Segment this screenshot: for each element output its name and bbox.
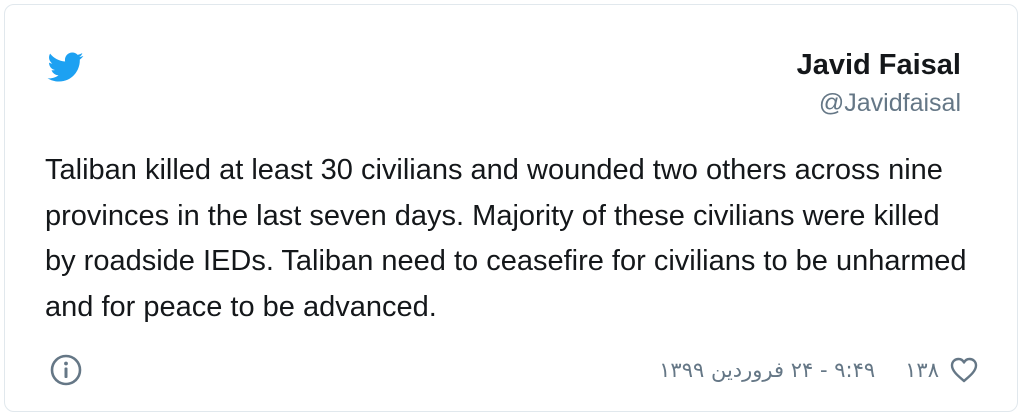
tweet-text: Taliban killed at least 30 civilians and… xyxy=(45,154,967,323)
info-icon[interactable] xyxy=(49,353,83,387)
like-count: ۱۳۸ xyxy=(905,358,939,382)
tweet-timestamp[interactable]: ۹:۴۹ - ۲۴ فروردین ۱۳۹۹ xyxy=(659,358,875,382)
tweet-card: Javid Faisal @Javidfaisal Taliban killed… xyxy=(4,4,1018,412)
author-handle[interactable]: @Javidfaisal xyxy=(797,85,961,121)
heart-icon[interactable] xyxy=(949,355,979,385)
tweet-footer: ۹:۴۹ - ۲۴ فروردین ۱۳۹۹ ۱۳۸ xyxy=(659,353,979,387)
twitter-bird-icon[interactable] xyxy=(45,49,87,85)
tweet-author[interactable]: Javid Faisal @Javidfaisal xyxy=(797,45,961,121)
author-name[interactable]: Javid Faisal xyxy=(797,45,961,85)
